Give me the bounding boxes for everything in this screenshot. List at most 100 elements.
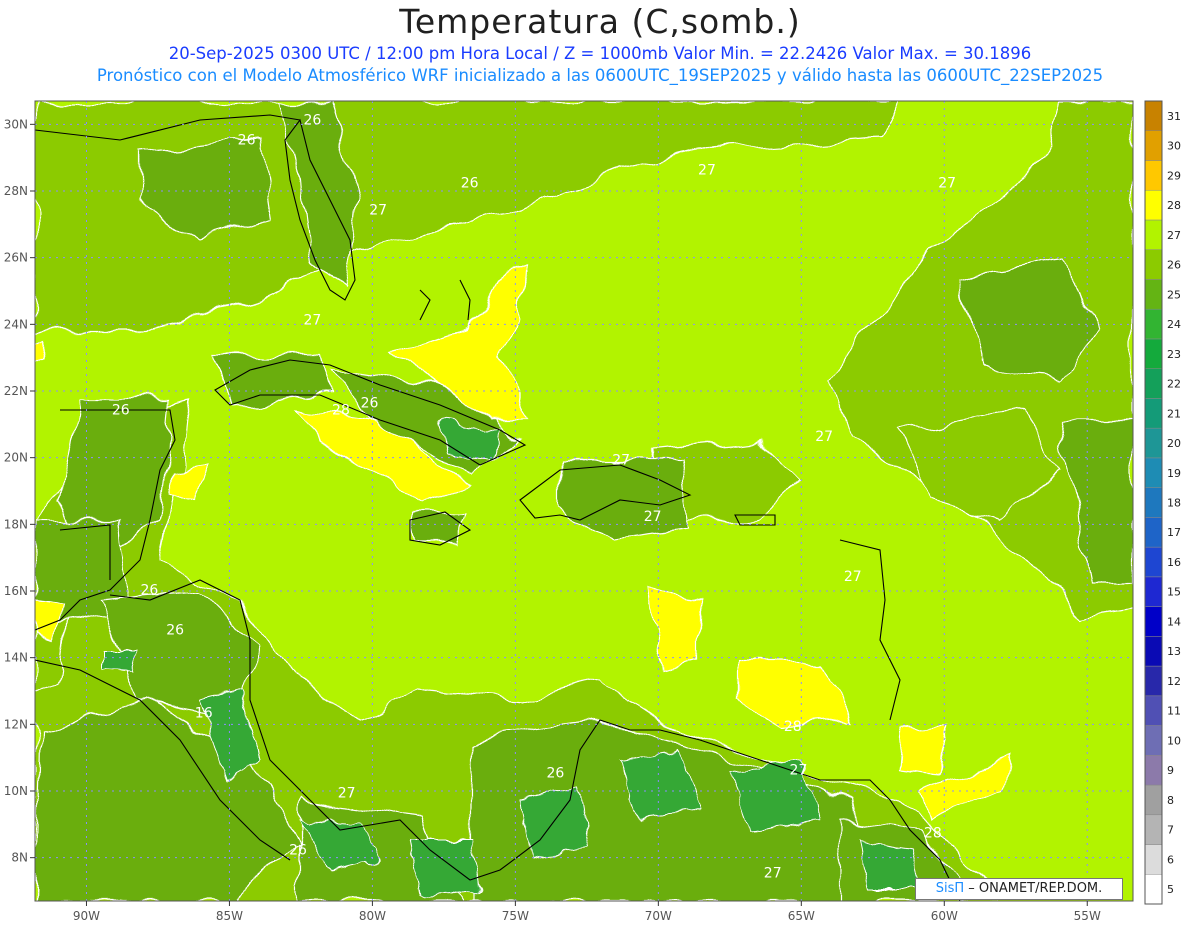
- colorbar-swatch: [1144, 874, 1163, 905]
- colorbar-label: 17: [1167, 526, 1181, 539]
- colorbar-label: 8: [1167, 794, 1174, 807]
- colorbar-label: 29: [1167, 169, 1181, 182]
- lon-tick-label: 70W: [645, 909, 672, 923]
- colorbar-label: 19: [1167, 467, 1181, 480]
- lon-tick-label: 60W: [931, 909, 958, 923]
- colorbar-swatch: [1144, 784, 1163, 816]
- contour-label: 16: [195, 706, 213, 722]
- colorbar-swatch: [1144, 279, 1163, 310]
- colorbar-label: 14: [1167, 615, 1181, 628]
- colorbar-label: 26: [1167, 259, 1181, 272]
- lon-tick-label: 65W: [788, 909, 815, 923]
- contour-label: 27: [303, 312, 321, 328]
- colorbar-label: 27: [1167, 229, 1181, 242]
- contour-label: 27: [938, 176, 956, 192]
- lat-tick-label: 30N: [4, 117, 28, 131]
- colorbar-swatch: [1144, 249, 1163, 280]
- colorbar-label: 23: [1167, 348, 1181, 361]
- sispi-logo: SisΠ: [935, 881, 965, 896]
- lon-tick-label: 80W: [359, 909, 386, 923]
- colorbar-swatch: [1144, 844, 1163, 875]
- lat-tick-label: 10N: [4, 784, 28, 798]
- credit-text: – ONAMET/REP.DOM.: [964, 881, 1103, 896]
- contour-label: 27: [764, 866, 782, 882]
- colorbar-label: 15: [1167, 586, 1181, 599]
- contour-label: 26: [166, 622, 184, 638]
- colorbar-swatch: [1144, 517, 1163, 548]
- colorbar-swatch: [1144, 100, 1163, 131]
- lat-tick-label: 24N: [4, 317, 28, 331]
- contour-label: 26: [303, 112, 321, 128]
- colorbar-swatch: [1144, 725, 1163, 756]
- colorbar-label: 18: [1167, 497, 1181, 510]
- colorbar-swatch: [1144, 160, 1163, 191]
- contour-label: 28: [784, 719, 802, 735]
- colorbar-label: 10: [1167, 734, 1181, 747]
- lon-tick-label: 75W: [502, 909, 529, 923]
- colorbar-label: 22: [1167, 378, 1181, 391]
- colorbar-swatch: [1144, 338, 1163, 369]
- contour-label: 26: [546, 766, 564, 782]
- colorbar-swatch: [1144, 219, 1163, 250]
- lat-tick-label: 26N: [4, 251, 28, 265]
- colorbar-swatch: [1144, 368, 1163, 399]
- colorbar-label: 30: [1167, 140, 1181, 153]
- lat-tick-label: 28N: [4, 184, 28, 198]
- colorbar-swatch: [1144, 487, 1163, 518]
- contour-label: 26: [238, 132, 256, 148]
- contour-label: 27: [698, 162, 716, 178]
- lon-tick-label: 55W: [1074, 909, 1101, 923]
- contour-label: 26: [461, 176, 479, 192]
- colorbar-swatch: [1144, 189, 1163, 221]
- lat-tick-label: 18N: [4, 517, 28, 531]
- contour-label: 27: [644, 509, 662, 525]
- colorbar-label: 11: [1167, 705, 1181, 718]
- contour-label: 26: [140, 582, 158, 598]
- colorbar-label: 24: [1167, 318, 1181, 331]
- colorbar-label: 25: [1167, 288, 1181, 301]
- colorbar-label: 13: [1167, 645, 1181, 658]
- colorbar-swatch: [1144, 576, 1163, 607]
- lat-tick-label: 8N: [11, 851, 28, 865]
- contour-label: 28: [924, 826, 942, 842]
- credit-box: SisΠ – ONAMET/REP.DOM.: [915, 878, 1123, 900]
- contour-label: 26: [361, 396, 379, 412]
- colorbar-swatch: [1144, 636, 1163, 667]
- contour-label: 27: [790, 762, 808, 778]
- colorbar-swatch: [1144, 427, 1163, 459]
- colorbar-swatch: [1144, 665, 1163, 697]
- colorbar-label: 21: [1167, 407, 1181, 420]
- lon-tick-label: 90W: [73, 909, 100, 923]
- contour-label: 27: [815, 429, 833, 445]
- lat-tick-label: 14N: [4, 651, 28, 665]
- colorbar-label: 20: [1167, 437, 1181, 450]
- colorbar-swatch: [1144, 814, 1163, 845]
- contour-label: 27: [612, 452, 630, 468]
- contour-label: 28: [332, 402, 350, 418]
- lon-tick-label: 85W: [216, 909, 243, 923]
- lat-tick-label: 22N: [4, 384, 28, 398]
- temperature-colorbar: 5 6 7 8 9 10 11 12 13 14 15 16 17 18 19 20 21 22 23 24 25 26 2…: [1144, 100, 1181, 905]
- lat-tick-label: 20N: [4, 451, 28, 465]
- colorbar-label: 7: [1167, 824, 1174, 837]
- colorbar-label: 28: [1167, 199, 1181, 212]
- contour-label: 27: [369, 202, 387, 218]
- colorbar-label: 31: [1167, 110, 1181, 123]
- lat-tick-label: 12N: [4, 717, 28, 731]
- colorbar-swatch: [1144, 755, 1163, 786]
- colorbar-label: 5: [1167, 883, 1174, 896]
- colorbar-label: 16: [1167, 556, 1181, 569]
- colorbar-swatch: [1144, 457, 1163, 488]
- colorbar-swatch: [1144, 546, 1163, 578]
- contour-label: 26: [289, 842, 307, 858]
- lat-tick-label: 16N: [4, 584, 28, 598]
- contour-label: 27: [338, 786, 356, 802]
- colorbar-swatch: [1144, 308, 1163, 340]
- colorbar-swatch: [1144, 130, 1163, 161]
- contour-label: 26: [112, 402, 130, 418]
- colorbar-swatch: [1144, 398, 1163, 429]
- colorbar-label: 6: [1167, 853, 1174, 866]
- colorbar-label: 12: [1167, 675, 1181, 688]
- temperature-map: 26 26 26 27 27 27 27 26 28 26 27 27 27 27 26 26 16 28 26 27…: [4, 100, 1181, 923]
- colorbar-label: 9: [1167, 764, 1174, 777]
